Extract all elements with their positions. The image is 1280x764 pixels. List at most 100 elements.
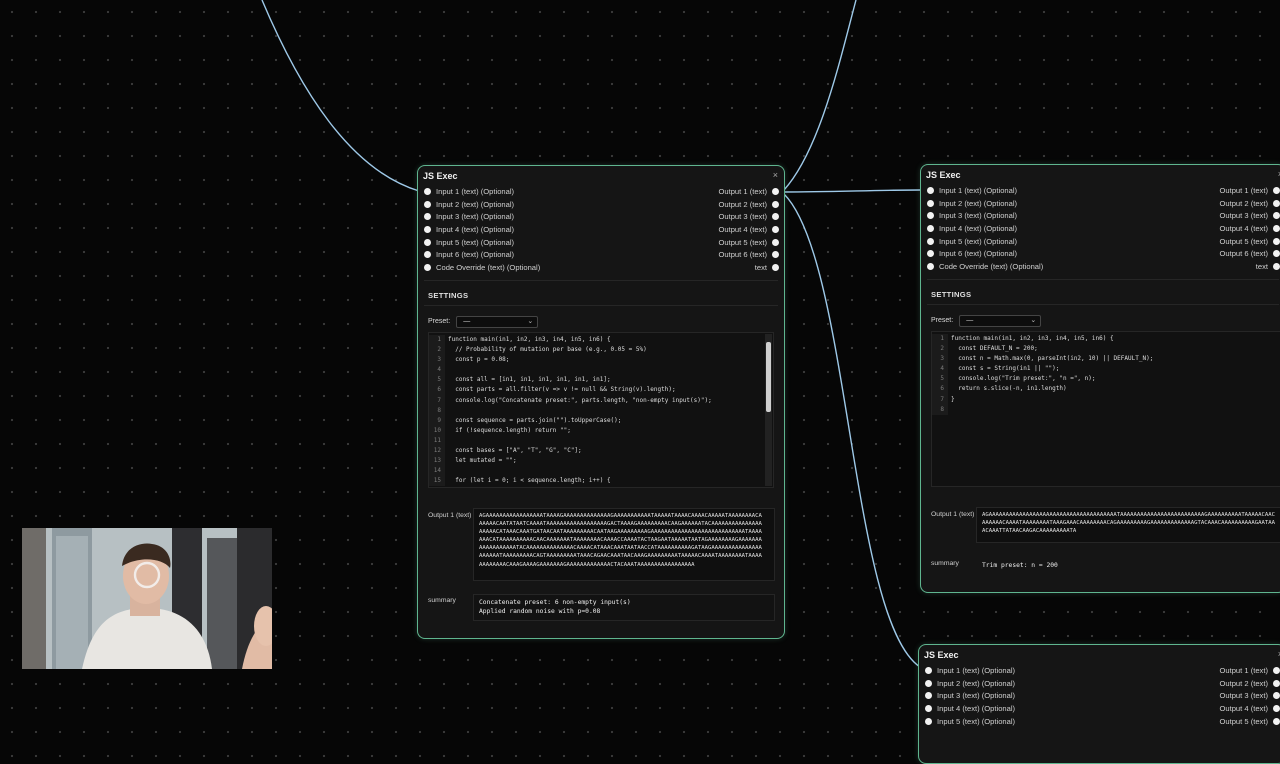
output-slot[interactable]: text — [1256, 262, 1280, 271]
code-line[interactable]: 5 const all = [in1, in1, in1, in1, in1, … — [429, 375, 773, 386]
code-line[interactable]: 4 const s = String(in1 || ""); — [932, 364, 1280, 375]
input-connector-icon[interactable] — [925, 705, 932, 713]
code-line[interactable]: 14 — [429, 466, 773, 477]
preset-select[interactable]: — ⌄ — [959, 314, 1042, 327]
code-line[interactable]: 8 — [932, 404, 1280, 415]
input-slot[interactable]: Input 1 (text) (Optional) — [925, 666, 1015, 675]
code-line[interactable]: 2 // Probability of mutation per base (e… — [429, 345, 773, 356]
input-slot[interactable]: Input 2 (text) (Optional) — [424, 200, 514, 209]
input-slot[interactable]: Input 1 (text) (Optional) — [424, 187, 514, 196]
input-connector-icon[interactable] — [424, 200, 431, 208]
code-line[interactable]: 12 const bases = ["A", "T", "G", "C"]; — [429, 446, 773, 457]
node-header[interactable]: JS Exec × — [919, 645, 1280, 665]
code-line[interactable]: 4 — [429, 365, 773, 376]
output-connector-icon[interactable] — [1273, 667, 1280, 674]
input-connector-icon[interactable] — [927, 199, 934, 207]
output-connector-icon[interactable] — [1273, 263, 1280, 271]
output-connector-icon[interactable] — [1273, 225, 1280, 233]
output-slot[interactable]: text — [755, 263, 779, 272]
input-slot[interactable]: Input 6 (text) (Optional) — [424, 250, 514, 259]
input-connector-icon[interactable] — [424, 251, 431, 259]
input-connector-icon[interactable] — [925, 692, 932, 700]
output-connector-icon[interactable] — [1273, 679, 1280, 687]
input-connector-icon[interactable] — [927, 212, 934, 220]
input-slot[interactable]: Input 6 (text) (Optional) — [927, 249, 1017, 258]
output-connector-icon[interactable] — [1273, 717, 1280, 725]
input-connector-icon[interactable] — [927, 187, 934, 194]
input-connector-icon[interactable] — [424, 264, 431, 272]
code-line[interactable]: 1 function main(in1, in2, in3, in4, in5, … — [429, 335, 773, 346]
input-slot[interactable]: Input 5 (text) (Optional) — [925, 717, 1015, 726]
output-slot[interactable]: Output 4 (text) — [1219, 224, 1280, 233]
input-slot[interactable]: Input 5 (text) (Optional) — [424, 238, 514, 247]
output-connector-icon[interactable] — [772, 188, 779, 195]
code-line[interactable]: 11 — [429, 435, 773, 447]
code-line[interactable]: 13 let mutated = ""; — [429, 456, 773, 467]
input-connector-icon[interactable] — [927, 225, 934, 233]
input-connector-icon[interactable] — [927, 263, 934, 271]
output-connector-icon[interactable] — [1273, 692, 1280, 700]
output-slot[interactable]: Output 1 (text) — [1219, 186, 1280, 195]
code-line[interactable]: 1 function main(in1, in2, in3, in4, in5, … — [932, 334, 1280, 345]
input-slot[interactable]: Input 1 (text) (Optional) — [927, 186, 1017, 195]
output-slot[interactable]: Output 6 (text) — [1219, 249, 1280, 258]
input-slot[interactable]: Input 4 (text) (Optional) — [927, 224, 1017, 233]
input-connector-icon[interactable] — [424, 213, 431, 221]
input-slot[interactable]: Input 5 (text) (Optional) — [927, 237, 1017, 246]
node-header[interactable]: JS Exec × — [418, 166, 784, 186]
input-slot[interactable]: Input 2 (text) (Optional) — [925, 679, 1015, 688]
output-slot[interactable]: Output 6 (text) — [718, 250, 779, 259]
output-slot[interactable]: Output 2 (text) — [718, 200, 779, 209]
summary-textarea[interactable]: Trim preset: n = 200 — [976, 557, 1280, 577]
input-slot[interactable]: Code Override (text) (Optional) — [424, 263, 540, 272]
output-connector-icon[interactable] — [1273, 250, 1280, 258]
output-connector-icon[interactable] — [772, 251, 779, 259]
input-connector-icon[interactable] — [925, 717, 932, 725]
input-connector-icon[interactable] — [424, 238, 431, 246]
output-slot[interactable]: Output 1 (text) — [718, 187, 779, 196]
code-line[interactable]: 2 const DEFAULT_N = 200; — [932, 344, 1280, 355]
output-1-textarea[interactable]: AGAAAAAAAAAAAAAAAAATAAAAGAAAAAAAAAAAAAAG… — [473, 508, 775, 581]
output-1-textarea[interactable]: AGAAAAAAAAAAAAAAAAAAAAAAAAAAAAAAAAAAAAAA… — [976, 507, 1280, 543]
output-connector-icon[interactable] — [1273, 187, 1280, 194]
code-line[interactable]: 3 const p = 0.08; — [429, 355, 773, 366]
output-connector-icon[interactable] — [772, 264, 779, 272]
js-exec-node-3[interactable]: JS Exec × Input 1 (text) (Optional) Outpu… — [918, 644, 1280, 764]
summary-textarea[interactable]: Concatenate preset: 6 non-empty input(s)… — [473, 594, 775, 621]
output-slot[interactable]: Output 5 (text) — [1219, 237, 1280, 246]
input-slot[interactable]: Input 4 (text) (Optional) — [925, 704, 1015, 713]
code-line[interactable]: 6 return s.slice(-n, in1.length) — [932, 384, 1280, 395]
input-connector-icon[interactable] — [925, 679, 932, 687]
output-connector-icon[interactable] — [772, 238, 779, 246]
input-slot[interactable]: Input 2 (text) (Optional) — [927, 199, 1017, 208]
input-slot[interactable]: Input 3 (text) (Optional) — [925, 691, 1015, 700]
input-connector-icon[interactable] — [424, 188, 431, 195]
output-slot[interactable]: Output 1 (text) — [1219, 666, 1280, 675]
code-editor[interactable]: 1 function main(in1, in2, in3, in4, in5, … — [931, 331, 1280, 487]
input-slot[interactable]: Code Override (text) (Optional) — [927, 262, 1043, 271]
preset-select[interactable]: — ⌄ — [456, 315, 539, 328]
input-connector-icon[interactable] — [927, 237, 934, 245]
output-connector-icon[interactable] — [1273, 212, 1280, 220]
code-line[interactable]: 10 if (!sequence.length) return ""; — [429, 425, 773, 436]
code-line[interactable]: 3 const n = Math.max(0, parseInt(in2, 10… — [932, 354, 1280, 365]
output-slot[interactable]: Output 3 (text) — [718, 212, 779, 221]
code-line[interactable]: 7 console.log("Concatenate preset:", par… — [429, 395, 773, 406]
output-connector-icon[interactable] — [772, 226, 779, 234]
code-line[interactable]: 15 for (let i = 0; i < sequence.length; … — [429, 476, 773, 487]
js-exec-node-1[interactable]: JS Exec × Input 1 (text) (Optional) Outpu… — [417, 165, 785, 639]
output-slot[interactable]: Output 4 (text) — [718, 225, 779, 234]
output-connector-icon[interactable] — [1273, 237, 1280, 245]
output-connector-icon[interactable] — [772, 213, 779, 221]
code-line[interactable]: 8 — [429, 405, 773, 416]
scrollbar-thumb[interactable] — [766, 342, 771, 412]
output-slot[interactable]: Output 4 (text) — [1219, 704, 1280, 713]
output-slot[interactable]: Output 3 (text) — [1219, 691, 1280, 700]
input-slot[interactable]: Input 3 (text) (Optional) — [424, 212, 514, 221]
input-connector-icon[interactable] — [925, 667, 932, 674]
output-slot[interactable]: Output 3 (text) — [1219, 211, 1280, 220]
code-editor[interactable]: 1 function main(in1, in2, in3, in4, in5, … — [428, 332, 774, 488]
output-slot[interactable]: Output 5 (text) — [1219, 717, 1280, 726]
input-connector-icon[interactable] — [424, 226, 431, 234]
code-line[interactable]: 6 const parts = all.filter(v => v != nul… — [429, 385, 773, 396]
